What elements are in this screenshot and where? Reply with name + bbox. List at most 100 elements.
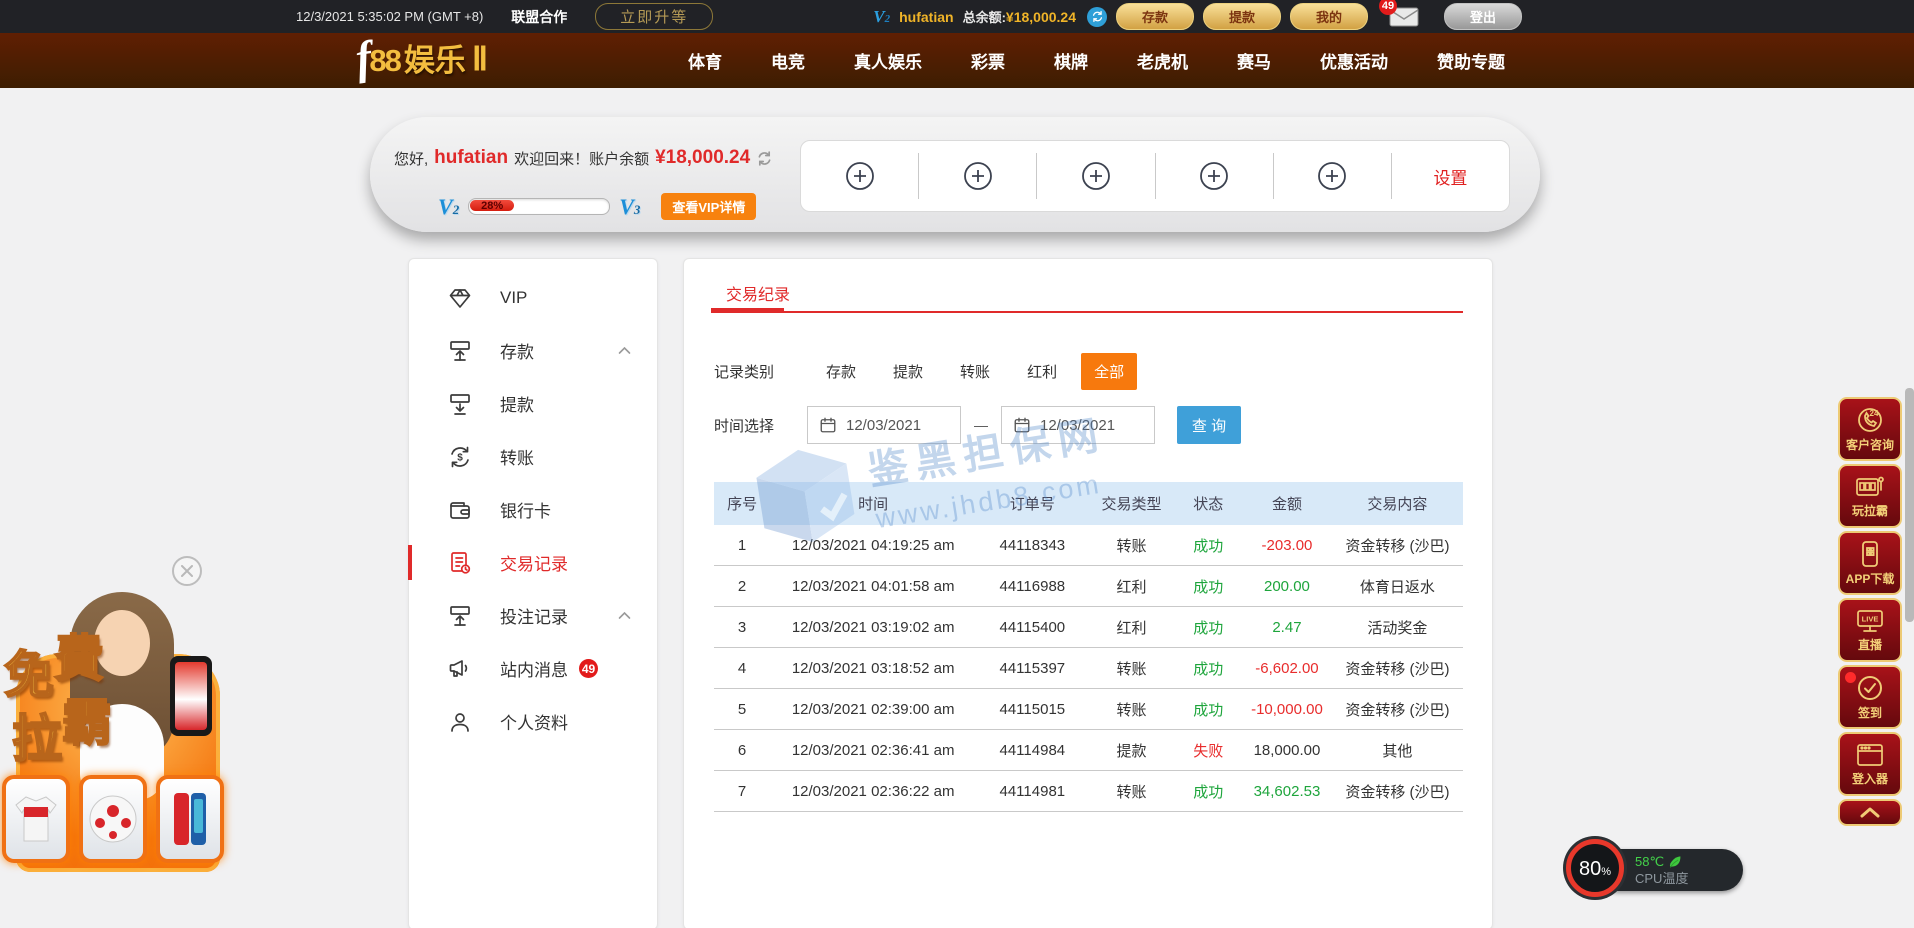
plus-circle-icon [1199,161,1229,191]
date-separator: — [961,417,1001,433]
status-badge: 失败 [1175,740,1242,761]
messages-button[interactable]: 49 [1389,7,1419,27]
quick-actions-box: 设置 [800,140,1510,212]
calendar-icon [1013,416,1031,434]
slot-machine-icon [1855,474,1885,500]
person-icon [447,709,473,735]
live-stream-button[interactable]: LIVE 直播 [1838,598,1902,662]
nav-item-sports[interactable]: 体育 [688,48,722,73]
status-badge: 成功 [1175,617,1242,638]
site-logo[interactable]: f88娱乐Ⅱ [356,38,488,78]
upgrade-button[interactable]: 立即升等 [595,3,713,30]
nav-item-lottery[interactable]: 彩票 [971,48,1005,73]
top-bar: 12/3/2021 5:35:02 PM (GMT +8) 联盟合作 立即升等 … [0,0,1914,33]
settings-button[interactable]: 设置 [1392,141,1509,211]
refresh-balance-icon[interactable] [756,150,773,167]
nav-item-horse-racing[interactable]: 赛马 [1237,48,1271,73]
date-from-input[interactable]: 12/03/2021 [807,406,961,444]
refresh-icon [1091,10,1104,23]
sidebar-item-transactions[interactable]: 交易记录 [409,536,657,589]
table-row: 1 12/03/2021 04:19:25 am 44118343 转账 成功 … [714,525,1463,566]
refresh-balance-button[interactable] [1087,7,1107,27]
nav-item-slots[interactable]: 老虎机 [1137,48,1188,73]
jersey-icon [12,793,60,845]
megaphone-icon [447,656,473,682]
promo-text: 拉 [12,714,62,764]
add-slot-button-4[interactable] [1156,141,1273,211]
slots-button[interactable]: 玩拉霸 [1838,464,1902,528]
filter-bonus[interactable]: 红利 [1027,361,1057,382]
check-circle-icon [1856,674,1884,702]
slot-reel-football [79,775,147,863]
browser-window-icon [1855,742,1885,768]
date-label: 时间选择 [714,415,776,436]
service-24h-icon: 24 [1856,406,1884,434]
sidebar-item-withdraw[interactable]: 提款 [409,377,657,430]
vip-detail-button[interactable]: 查看VIP详情 [661,193,756,220]
page-scrollbar-thumb[interactable] [1905,388,1914,622]
filter-withdraw[interactable]: 提款 [893,361,923,382]
close-icon [181,565,193,577]
vip-level-badge: V2 [873,7,890,27]
sidebar-item-betting-record[interactable]: 投注记录 [409,589,657,642]
nav-item-board-games[interactable]: 棋牌 [1054,48,1088,73]
chevron-up-icon [1860,807,1880,818]
add-slot-button-3[interactable] [1037,141,1154,211]
logout-button[interactable]: 登出 [1444,3,1522,30]
account-sidebar: VIP 存款 提款 $ 转账 银行卡 交易记录 投注记录 [408,258,658,928]
sidebar-item-profile[interactable]: 个人资料 [409,695,657,748]
datetime: 12/3/2021 5:35:02 PM (GMT +8) [296,9,483,24]
filter-deposit[interactable]: 存款 [826,361,856,382]
status-badge: 成功 [1175,658,1242,679]
transaction-panel: 交易纪录 记录类别 存款 提款 转账 红利 全部 时间选择 12/03/2021… [683,258,1493,928]
tab-transaction-record[interactable]: 交易纪录 [726,281,790,305]
deposit-button[interactable]: 存款 [1116,3,1194,30]
vip-current-badge: V2 [438,194,459,220]
vip-gem-icon [447,285,473,311]
sidebar-item-transfer[interactable]: $ 转账 [409,430,657,483]
filter-all[interactable]: 全部 [1081,353,1137,390]
status-badge: 成功 [1175,781,1242,802]
sidebar-item-vip[interactable]: VIP [409,271,657,324]
greeting-username: hufatian [434,147,508,169]
live-monitor-icon: LIVE [1855,608,1885,634]
add-slot-button-5[interactable] [1274,141,1391,211]
unread-count-badge: 49 [1379,0,1397,15]
smartphone-icon [1858,540,1882,568]
withdraw-button[interactable]: 提款 [1203,3,1281,30]
nav-item-sponsorship[interactable]: 赞助专题 [1437,48,1505,73]
add-slot-button-2[interactable] [919,141,1036,211]
calendar-icon [819,416,837,434]
sidebar-item-messages[interactable]: 站内消息 49 [409,642,657,695]
filter-transfer[interactable]: 转账 [960,361,990,382]
collapse-toolbar-button[interactable] [1838,799,1902,826]
plus-circle-icon [1081,161,1111,191]
sidebar-item-deposit[interactable]: 存款 [409,324,657,377]
check-in-button[interactable]: 签到 [1838,665,1902,729]
nav-item-promotions[interactable]: 优惠活动 [1320,48,1388,73]
message-count-badge: 49 [579,659,598,678]
balance: 总余额:¥18,000.24 [963,7,1076,26]
nav-item-live-casino[interactable]: 真人娱乐 [854,48,922,73]
mine-button[interactable]: 我的 [1290,3,1368,30]
customer-service-button[interactable]: 24 客户咨询 [1838,397,1902,461]
page: 12/3/2021 5:35:02 PM (GMT +8) 联盟合作 立即升等 … [0,0,1914,928]
leaf-icon [1668,855,1682,869]
sidebar-item-bank-card[interactable]: 银行卡 [409,483,657,536]
add-slot-button-1[interactable] [801,141,918,211]
date-to-input[interactable]: 12/03/2021 [1001,406,1155,444]
free-slots-promo-banner[interactable]: 免 費 拉 霸 [0,592,236,884]
record-type-filter-row: 记录类别 存款 提款 转账 红利 全部 [714,353,1137,389]
promo-text: 免 [4,650,54,700]
nav-item-esports[interactable]: 电竞 [771,48,805,73]
vip-progress-bar: 28% [468,198,610,215]
search-button[interactable]: 查 询 [1177,406,1241,444]
betting-record-icon [447,603,473,629]
promo-phone-graphic [170,656,212,736]
launcher-button[interactable]: 登入器 [1838,732,1902,796]
promo-close-button[interactable] [172,556,202,586]
deposit-icon [447,338,473,364]
chevron-up-icon [618,346,631,355]
alliance-link[interactable]: 联盟合作 [511,7,567,27]
app-download-button[interactable]: APP下载 [1838,531,1902,595]
